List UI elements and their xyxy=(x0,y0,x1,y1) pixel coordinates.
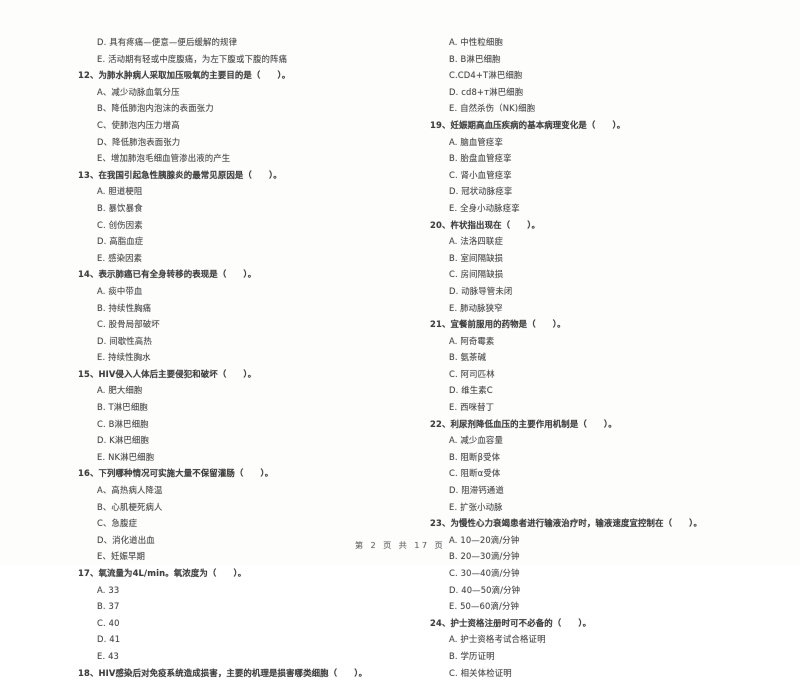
option-d[interactable]: D. 高脂血症 xyxy=(97,233,382,250)
option-e[interactable]: E. 感染因素 xyxy=(97,250,382,267)
orphan-option-line[interactable]: B. B淋巴细胞 xyxy=(449,51,780,68)
option-a[interactable]: A. 痰中带血 xyxy=(97,283,382,300)
option-d[interactable]: D、降低肺泡表面张力 xyxy=(97,134,382,151)
option-c[interactable]: C. 股骨局部破坏 xyxy=(97,316,382,333)
option-b[interactable]: B. 氨茶碱 xyxy=(449,349,780,366)
option-a[interactable]: A. 减少血容量 xyxy=(449,432,780,449)
question-stem: 21、宜餐前服用的药物是（ ）。 xyxy=(430,319,566,330)
option-b[interactable]: B. 胎盘血管痉挛 xyxy=(449,150,780,167)
orphan-option-line[interactable]: A. 中性粒细胞 xyxy=(449,34,780,51)
option-a[interactable]: A. 法洛四联症 xyxy=(449,233,780,250)
orphan-option-line[interactable]: E. 自然杀伤（NK)细胞 xyxy=(449,100,780,117)
option-e[interactable]: E. 43 xyxy=(97,648,382,665)
question-13: 13、在我国引起急性胰腺炎的最常见原因是（ ）。 A. 胆道梗阻 B. 暴饮暴食… xyxy=(78,167,382,267)
orphan-option-line: E. 活动期有轻或中度腹痛，为左下腹或下腹的阵痛 xyxy=(97,53,288,64)
option-b[interactable]: B. 37 xyxy=(97,598,382,615)
question-15: 15、HIV侵入人体后主要侵犯和破坏（ ）。 A. 肥大细胞 B. T淋巴细胞 … xyxy=(78,366,382,466)
left-column: D. 具有疼痛—便意—便后缓解的规律 E. 活动期有轻或中度腹痛，为左下腹或下腹… xyxy=(0,0,400,678)
option-c[interactable]: C、使肺泡内压力增高 xyxy=(97,117,382,134)
question-stem: 12、为肺水肿病人采取加压吸氧的主要目的是（ ）。 xyxy=(78,70,291,81)
orphan-option-line: D. 具有疼痛—便意—便后缓解的规律 xyxy=(97,37,238,47)
option-a[interactable]: A、高热病人降温 xyxy=(97,482,382,499)
option-a[interactable]: A. 护士资格考试合格证明 xyxy=(449,631,780,648)
option-c[interactable]: C、急腹症 xyxy=(97,515,382,532)
option-d[interactable]: D. 阻滞钙通道 xyxy=(449,482,780,499)
option-d[interactable]: D. 动脉导管未闭 xyxy=(449,283,780,300)
option-c[interactable]: C. 40 xyxy=(97,615,382,632)
option-c[interactable]: C. 30—40滴/分钟 xyxy=(449,565,780,582)
question-20: 20、杵状指出现在（ ）。 A. 法洛四联症 B. 室间隔缺损 C. 房间隔缺损… xyxy=(430,217,780,317)
option-a[interactable]: A. 肥大细胞 xyxy=(97,382,382,399)
option-e[interactable]: E. 全身小动脉痉挛 xyxy=(449,200,780,217)
question-stem: 24、护士资格注册时可不必备的（ ）。 xyxy=(430,617,592,628)
question-stem: 22、利尿剂降低血压的主要作用机制是（ ）。 xyxy=(430,418,617,429)
question-21: 21、宜餐前服用的药物是（ ）。 A. 阿奇霉素 B. 氨茶碱 C. 阿司匹林 … xyxy=(430,316,780,416)
option-e[interactable]: E. 持续性胸水 xyxy=(97,349,382,366)
orphan-option-line[interactable]: D. cd8+т淋巴细胞 xyxy=(449,84,780,101)
option-d[interactable]: D. 冠状动脉痉挛 xyxy=(449,183,780,200)
option-b[interactable]: B. 学历证明 xyxy=(449,648,780,665)
question-stem: 14、表示肺癌已有全身转移的表现是（ ）。 xyxy=(78,269,257,280)
option-c[interactable]: C. B淋巴细胞 xyxy=(97,416,382,433)
option-b[interactable]: B. 持续性胸痛 xyxy=(97,300,382,317)
question-stem: 17、氧流量为4L/min。氧浓度为（ ）。 xyxy=(78,568,247,578)
option-e[interactable]: E. 扩张小动脉 xyxy=(449,499,780,516)
two-column-layout: D. 具有疼痛—便意—便后缓解的规律 E. 活动期有轻或中度腹痛，为左下腹或下腹… xyxy=(0,0,800,678)
page-footer: 第 2 页 共 17 页 xyxy=(354,540,446,550)
question-19: 19、妊娠期高血压疾病的基本病理变化是（ ）。 A. 脑血管痉挛 B. 胎盘血管… xyxy=(430,117,780,217)
option-c[interactable]: C. 相关体检证明 xyxy=(449,665,780,681)
option-b[interactable]: B. 阻断β受体 xyxy=(449,449,780,466)
option-c[interactable]: C. 阿司匹林 xyxy=(449,366,780,383)
option-d[interactable]: D. 40—50滴/分钟 xyxy=(449,582,780,599)
question-stem: 13、在我国引起急性胰腺炎的最常见原因是（ ）。 xyxy=(78,169,282,180)
option-b[interactable]: B、降低肺泡内泡沫的表面张力 xyxy=(97,100,382,117)
option-b[interactable]: B、心肌梗死病人 xyxy=(97,499,382,516)
option-c[interactable]: C. 肾小血管痉挛 xyxy=(449,167,780,184)
option-d[interactable]: D. 41 xyxy=(97,631,382,648)
option-e[interactable]: E. 肺动脉狭窄 xyxy=(449,300,780,317)
question-stem: 19、妊娠期高血压疾病的基本病理变化是（ ）。 xyxy=(430,119,626,130)
option-e[interactable]: E. NK淋巴细胞 xyxy=(97,449,382,466)
right-column: A. 中性粒细胞 B. B淋巴细胞 C.CD4+T淋巴细胞 D. cd8+т淋巴… xyxy=(400,0,800,678)
option-c[interactable]: C. 阻断α受体 xyxy=(449,465,780,482)
question-24: 24、护士资格注册时可不必备的（ ）。 A. 护士资格考试合格证明 B. 学历证… xyxy=(430,615,780,681)
option-d[interactable]: D. K淋巴细胞 xyxy=(97,432,382,449)
question-stem: 15、HIV侵入人体后主要侵犯和破坏（ ）。 xyxy=(78,368,257,379)
option-b[interactable]: B. 室间隔缺损 xyxy=(449,250,780,267)
option-d[interactable]: D. 维生素C xyxy=(449,382,780,399)
option-a[interactable]: A. 阿奇霉素 xyxy=(449,333,780,350)
exam-page: D. 具有疼痛—便意—便后缓解的规律 E. 活动期有轻或中度腹痛，为左下腹或下腹… xyxy=(0,0,800,678)
option-d[interactable]: D. 间歇性高热 xyxy=(97,333,382,350)
question-stem: 18、HIV感染后对免疫系统造成损害，主要的机理是损害哪类细胞（ ）。 xyxy=(78,667,368,678)
question-23: 23、为慢性心力衰竭患者进行输液治疗时，输液速度宜控制在（ ）。 A. 10—2… xyxy=(430,515,780,615)
option-b[interactable]: B. 暴饮暴食 xyxy=(97,200,382,217)
question-14: 14、表示肺癌已有全身转移的表现是（ ）。 A. 痰中带血 B. 持续性胸痛 C… xyxy=(78,266,382,366)
orphan-option-line[interactable]: C.CD4+T淋巴细胞 xyxy=(449,67,780,84)
question-12: 12、为肺水肿病人采取加压吸氧的主要目的是（ ）。 A、减少动脉血氧分压 B、降… xyxy=(78,67,382,167)
option-e[interactable]: E. 50—60滴/分钟 xyxy=(449,598,780,615)
question-stem: 16、下列哪种情况可实施大量不保留灌肠（ ）。 xyxy=(78,468,274,479)
option-e[interactable]: E、增加肺泡毛细血管渗出液的产生 xyxy=(97,150,382,167)
option-e[interactable]: E. 西咪替丁 xyxy=(449,399,780,416)
question-22: 22、利尿剂降低血压的主要作用机制是（ ）。 A. 减少血容量 B. 阻断β受体… xyxy=(430,416,780,516)
option-c[interactable]: C. 创伤因素 xyxy=(97,217,382,234)
question-stem: 23、为慢性心力衰竭患者进行输液治疗时，输液速度宜控制在（ ）。 xyxy=(430,518,703,529)
question-17: 17、氧流量为4L/min。氧浓度为（ ）。 A. 33 B. 37 C. 40… xyxy=(78,565,382,665)
option-a[interactable]: A. 脑血管痉挛 xyxy=(449,134,780,151)
option-b[interactable]: B. T淋巴细胞 xyxy=(97,399,382,416)
option-a[interactable]: A. 33 xyxy=(97,582,382,599)
option-c[interactable]: C. 房间隔缺损 xyxy=(449,266,780,283)
option-a[interactable]: A、减少动脉血氧分压 xyxy=(97,84,382,101)
question-stem: 20、杵状指出现在（ ）。 xyxy=(430,219,541,230)
option-a[interactable]: A. 胆道梗阻 xyxy=(97,183,382,200)
question-18: 18、HIV感染后对免疫系统造成损害，主要的机理是损害哪类细胞（ ）。 xyxy=(78,665,382,681)
